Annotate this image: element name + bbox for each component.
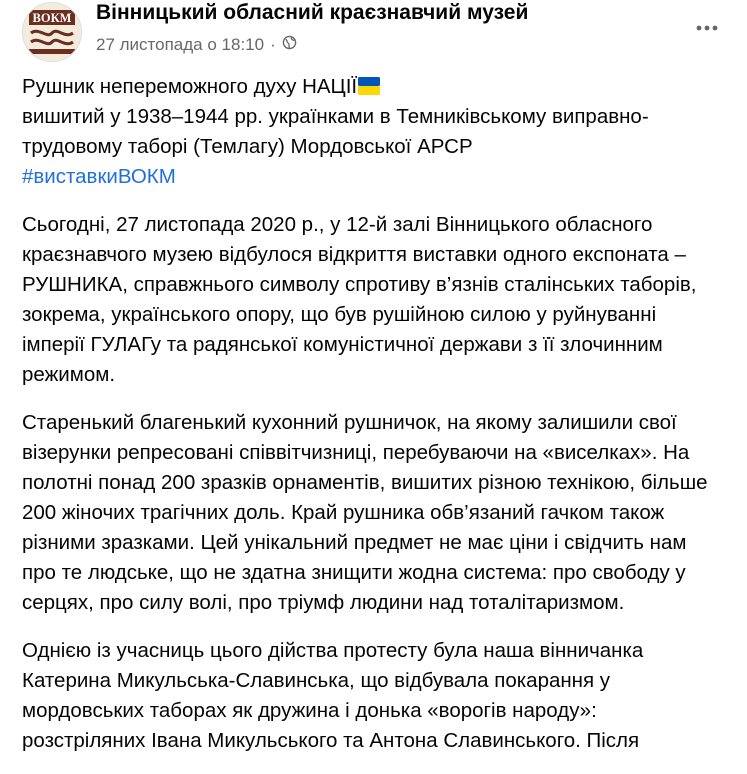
post-timestamp[interactable]: 27 листопада о 18:10: [96, 35, 264, 55]
museum-logo-icon: ВОКМ: [23, 3, 81, 61]
post-body: Рушник непереможного духу НАЦІЇ вишитий …: [22, 72, 722, 774]
more-options-button[interactable]: [687, 8, 727, 48]
hashtag-link[interactable]: #виставкиВОКМ: [22, 165, 176, 188]
post-paragraph-3: Однією із учасниць цього дійства протест…: [22, 639, 644, 752]
svg-text:ВОКМ: ВОКМ: [33, 11, 72, 25]
ukraine-flag-icon: [358, 77, 381, 95]
post-header: ВОКМ Вінницький обласний краєзнавчий муз…: [22, 0, 727, 64]
post-title-line1: Рушник непереможного духу НАЦІЇ: [22, 75, 358, 98]
post-paragraph-2: Старенький благенький кухонний рушничок,…: [22, 411, 708, 614]
post-title-line2: вишитий у 1938–1944 рр. українками в Тем…: [22, 105, 649, 158]
globe-icon[interactable]: [282, 35, 297, 55]
page-avatar[interactable]: ВОКМ: [22, 2, 82, 62]
ellipsis-icon: [696, 25, 718, 31]
post-paragraph-1: Сьогодні, 27 листопада 2020 р., у 12-й з…: [22, 213, 697, 386]
post-title-block: Рушник непереможного духу НАЦІЇ вишитий …: [22, 72, 722, 192]
post-meta: 27 листопада о 18:10 ·: [96, 35, 297, 55]
facebook-post: ВОКМ Вінницький обласний краєзнавчий муз…: [0, 0, 747, 752]
page-name-link[interactable]: Вінницький обласний краєзнавчий музей: [96, 1, 528, 25]
meta-separator: ·: [270, 35, 276, 54]
